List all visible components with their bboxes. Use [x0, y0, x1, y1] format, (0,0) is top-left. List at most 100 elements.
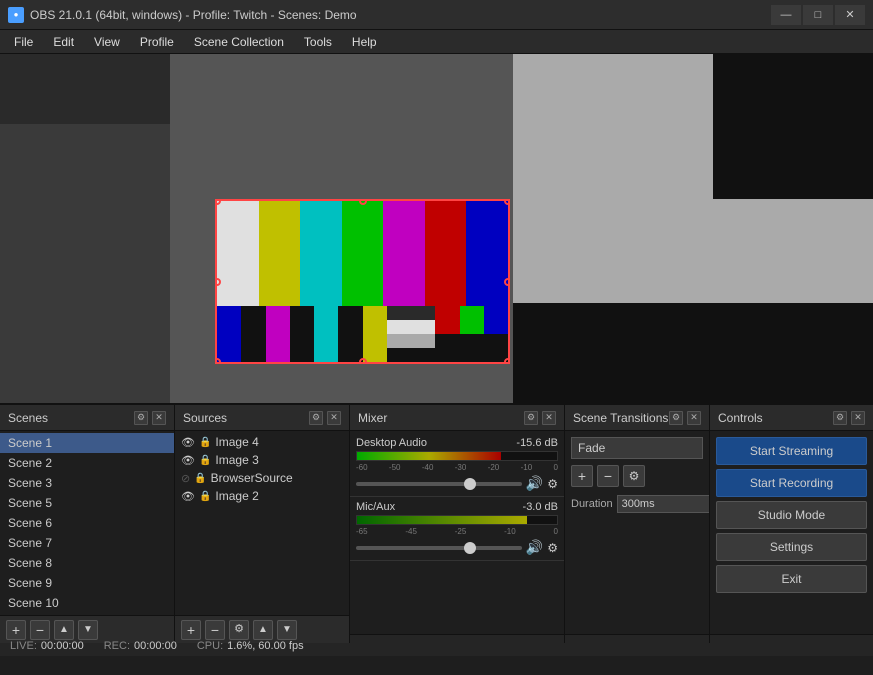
handle-bm[interactable] [359, 358, 367, 364]
handle-bl[interactable] [215, 358, 221, 364]
sources-moveup-button[interactable]: ▲ [253, 620, 273, 640]
menu-item-tools[interactable]: Tools [294, 33, 342, 51]
scene-item[interactable]: Scene 2 [0, 453, 174, 473]
scenes-movedown-button[interactable]: ▼ [78, 620, 98, 640]
desktop-audio-name: Desktop Audio [356, 437, 427, 449]
desktop-audio-mute-button[interactable]: 🔊 [526, 475, 543, 492]
scenes-add-button[interactable]: + [6, 620, 26, 640]
menu-item-edit[interactable]: Edit [43, 33, 84, 51]
mixer-panel-header: Mixer ⚙ ✕ [350, 405, 564, 431]
window-title: OBS 21.0.1 (64bit, windows) - Profile: T… [30, 8, 771, 22]
desktop-audio-settings-button[interactable]: ⚙ [547, 477, 558, 491]
sources-remove-button[interactable]: − [205, 620, 225, 640]
transition-select-wrapper: Fade Cut Swipe Slide [571, 437, 703, 465]
scenes-remove-button[interactable]: − [30, 620, 50, 640]
sources-settings-button[interactable]: ⚙ [229, 620, 249, 640]
handle-tr[interactable] [504, 199, 510, 205]
exit-button[interactable]: Exit [716, 565, 867, 593]
menu-item-file[interactable]: File [4, 33, 43, 51]
mixer-close-icon[interactable]: ✕ [542, 411, 556, 425]
scenes-close-icon[interactable]: ✕ [152, 411, 166, 425]
controls-panel-header: Controls ⚙ ✕ [710, 405, 873, 431]
bar-b3 [266, 306, 290, 362]
transition-add-button[interactable]: + [571, 465, 593, 487]
lock-icon[interactable]: 🔒 [199, 437, 211, 448]
scene-item[interactable]: Scene 1 [0, 433, 174, 453]
sources-close-icon[interactable]: ✕ [327, 411, 341, 425]
mic-aux-slider[interactable] [356, 546, 522, 550]
scene-item[interactable]: Scene 7 [0, 533, 174, 553]
scenes-panel-buttons: ⚙ ✕ [134, 411, 166, 425]
menu-item-sceneCollection[interactable]: Scene Collection [184, 33, 294, 51]
mic-aux-settings-button[interactable]: ⚙ [547, 541, 558, 555]
desktop-audio-channel: Desktop Audio -15.6 dB -60-50-40-30-20-1… [350, 433, 564, 497]
preview-area [0, 54, 873, 404]
transition-remove-button[interactable]: − [597, 465, 619, 487]
sources-config-icon[interactable]: ⚙ [309, 411, 323, 425]
cpu-value: 1.6%, 60.00 fps [227, 640, 303, 652]
minimize-button[interactable]: — [771, 5, 801, 25]
eye-icon[interactable]: 👁 [181, 454, 195, 467]
desktop-audio-thumb[interactable] [464, 478, 476, 490]
lock-icon[interactable]: 🔒 [199, 455, 211, 466]
maximize-button[interactable]: □ [803, 5, 833, 25]
scenes-moveup-button[interactable]: ▲ [54, 620, 74, 640]
scene-item[interactable]: Scene 9 [0, 573, 174, 593]
cpu-label: CPU: [197, 640, 223, 652]
bottom-panels: Scenes ⚙ ✕ Scene 1Scene 2Scene 3Scene 5S… [0, 404, 873, 634]
desktop-audio-scale: -60-50-40-30-20-100 [356, 463, 558, 472]
transition-select[interactable]: Fade Cut Swipe Slide [571, 437, 703, 459]
scenes-panel-title: Scenes [8, 411, 48, 425]
menu-item-profile[interactable]: Profile [130, 33, 184, 51]
source-name: Image 2 [215, 489, 258, 503]
eye-icon[interactable]: ⊘ [181, 472, 190, 485]
studio-mode-button[interactable]: Studio Mode [716, 501, 867, 529]
scenes-config-icon[interactable]: ⚙ [134, 411, 148, 425]
scene-item[interactable]: Scene 10 [0, 593, 174, 613]
transitions-close-icon[interactable]: ✕ [687, 411, 701, 425]
bar-bw [387, 306, 436, 362]
source-item[interactable]: ⊘🔒BrowserSource [175, 469, 349, 487]
menu-item-view[interactable]: View [84, 33, 130, 51]
controls-config-icon[interactable]: ⚙ [833, 411, 847, 425]
start-streaming-button[interactable]: Start Streaming [716, 437, 867, 465]
transitions-config-icon[interactable]: ⚙ [669, 411, 683, 425]
source-item[interactable]: 👁🔒Image 3 [175, 451, 349, 469]
eye-icon[interactable]: 👁 [181, 490, 195, 503]
scene-item[interactable]: Scene 5 [0, 493, 174, 513]
scene-item[interactable]: Scene 3 [0, 473, 174, 493]
lock-icon[interactable]: 🔒 [194, 473, 206, 484]
start-recording-button[interactable]: Start Recording [716, 469, 867, 497]
mic-aux-mute-button[interactable]: 🔊 [526, 539, 543, 556]
sources-list: 👁🔒Image 4👁🔒Image 3⊘🔒BrowserSource👁🔒Image… [175, 431, 349, 615]
handle-br[interactable] [504, 358, 510, 364]
bar-white [217, 201, 259, 306]
eye-icon[interactable]: 👁 [181, 436, 195, 449]
duration-input[interactable] [617, 495, 710, 513]
window-controls: — □ ✕ [771, 5, 865, 25]
close-button[interactable]: ✕ [835, 5, 865, 25]
handle-mr[interactable] [504, 278, 510, 286]
app-icon: ● [8, 7, 24, 23]
mixer-config-icon[interactable]: ⚙ [524, 411, 538, 425]
bar-b6 [338, 306, 362, 362]
bar-dark [435, 306, 508, 362]
mixer-panel: Mixer ⚙ ✕ Desktop Audio -15.6 dB [350, 404, 565, 643]
sources-add-button[interactable]: + [181, 620, 201, 640]
menu-item-help[interactable]: Help [342, 33, 387, 51]
scene-item[interactable]: Scene 6 [0, 513, 174, 533]
source-item[interactable]: 👁 🔒 Image 2 [175, 487, 349, 505]
transition-settings-button[interactable]: ⚙ [623, 465, 645, 487]
controls-close-icon[interactable]: ✕ [851, 411, 865, 425]
lock-icon[interactable]: 🔒 [199, 491, 211, 502]
scene-item[interactable]: Scene 8 [0, 553, 174, 573]
desktop-audio-slider[interactable] [356, 482, 522, 486]
sources-movedown-button[interactable]: ▼ [277, 620, 297, 640]
title-bar: ● OBS 21.0.1 (64bit, windows) - Profile:… [0, 0, 873, 30]
source-item[interactable]: 👁🔒Image 4 [175, 433, 349, 451]
mic-aux-meter-bar [357, 516, 527, 524]
settings-button[interactable]: Settings [716, 533, 867, 561]
mic-aux-thumb[interactable] [464, 542, 476, 554]
mic-aux-db: -3.0 dB [523, 501, 558, 513]
scenes-panel: Scenes ⚙ ✕ Scene 1Scene 2Scene 3Scene 5S… [0, 404, 175, 643]
